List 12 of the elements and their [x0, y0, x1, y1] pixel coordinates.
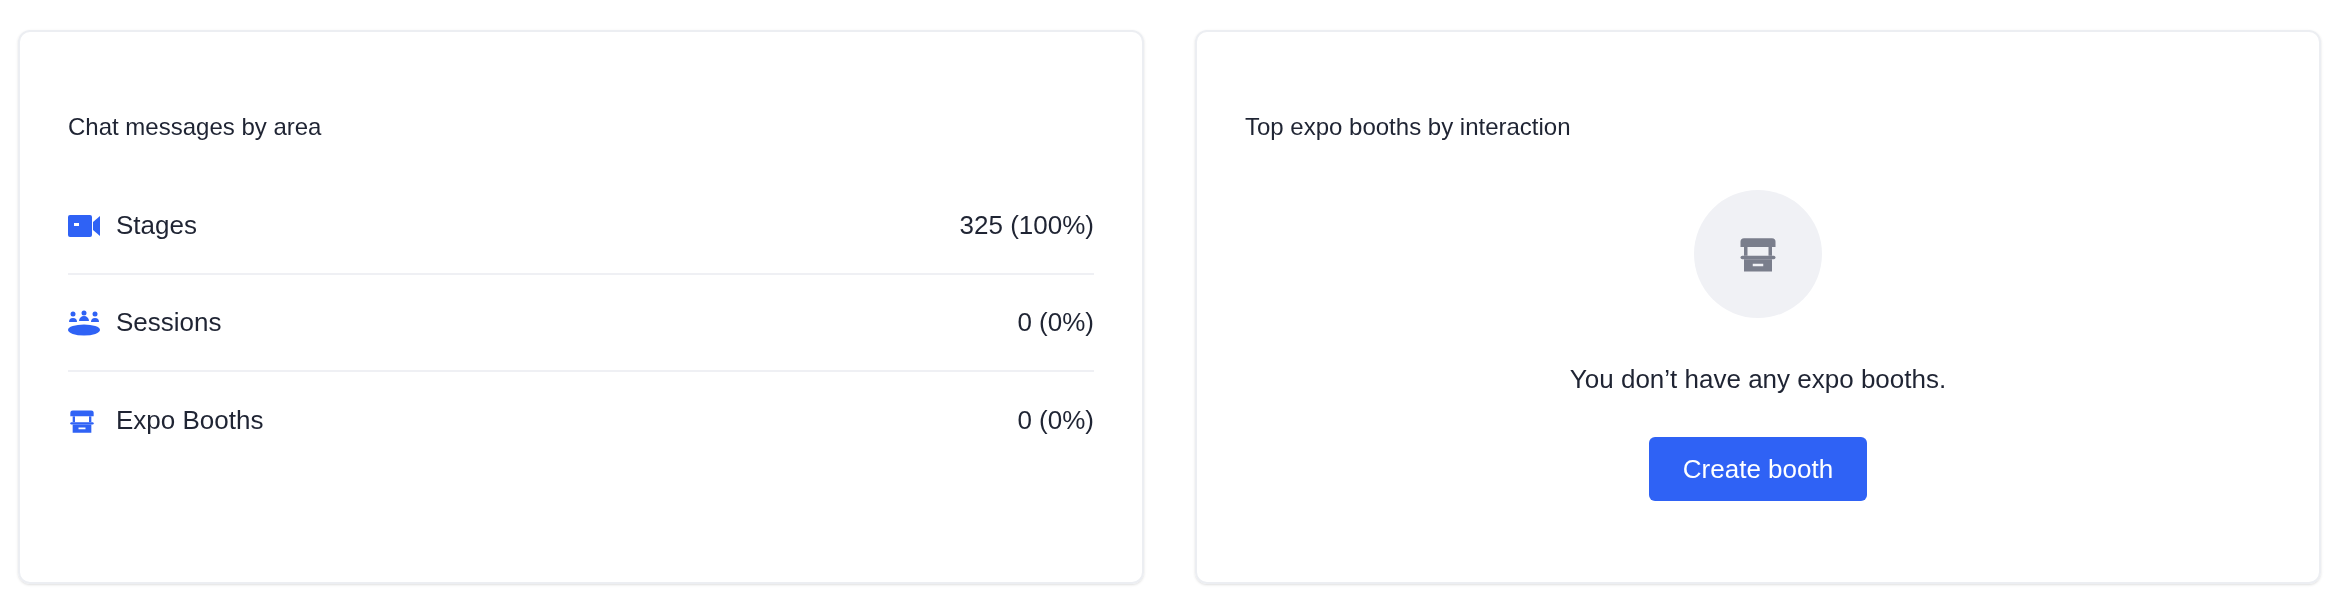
message-count: 325 (100%) — [959, 209, 1094, 242]
card-title: Chat messages by area — [68, 112, 323, 142]
card-title: Top expo booths by interaction — [1245, 112, 1572, 142]
message-count: 0 (0%) — [1017, 404, 1094, 437]
people-around-table-icon — [68, 309, 100, 336]
area-label: Expo Booths — [116, 404, 265, 437]
create-booth-button[interactable]: Create booth — [1648, 437, 1868, 501]
area-label: Stages — [116, 209, 198, 242]
empty-message: You don’t have any expo booths. — [1569, 363, 1947, 396]
area-label: Sessions — [116, 306, 223, 339]
video-camera-icon — [68, 214, 100, 237]
message-count: 0 (0%) — [1017, 306, 1094, 339]
